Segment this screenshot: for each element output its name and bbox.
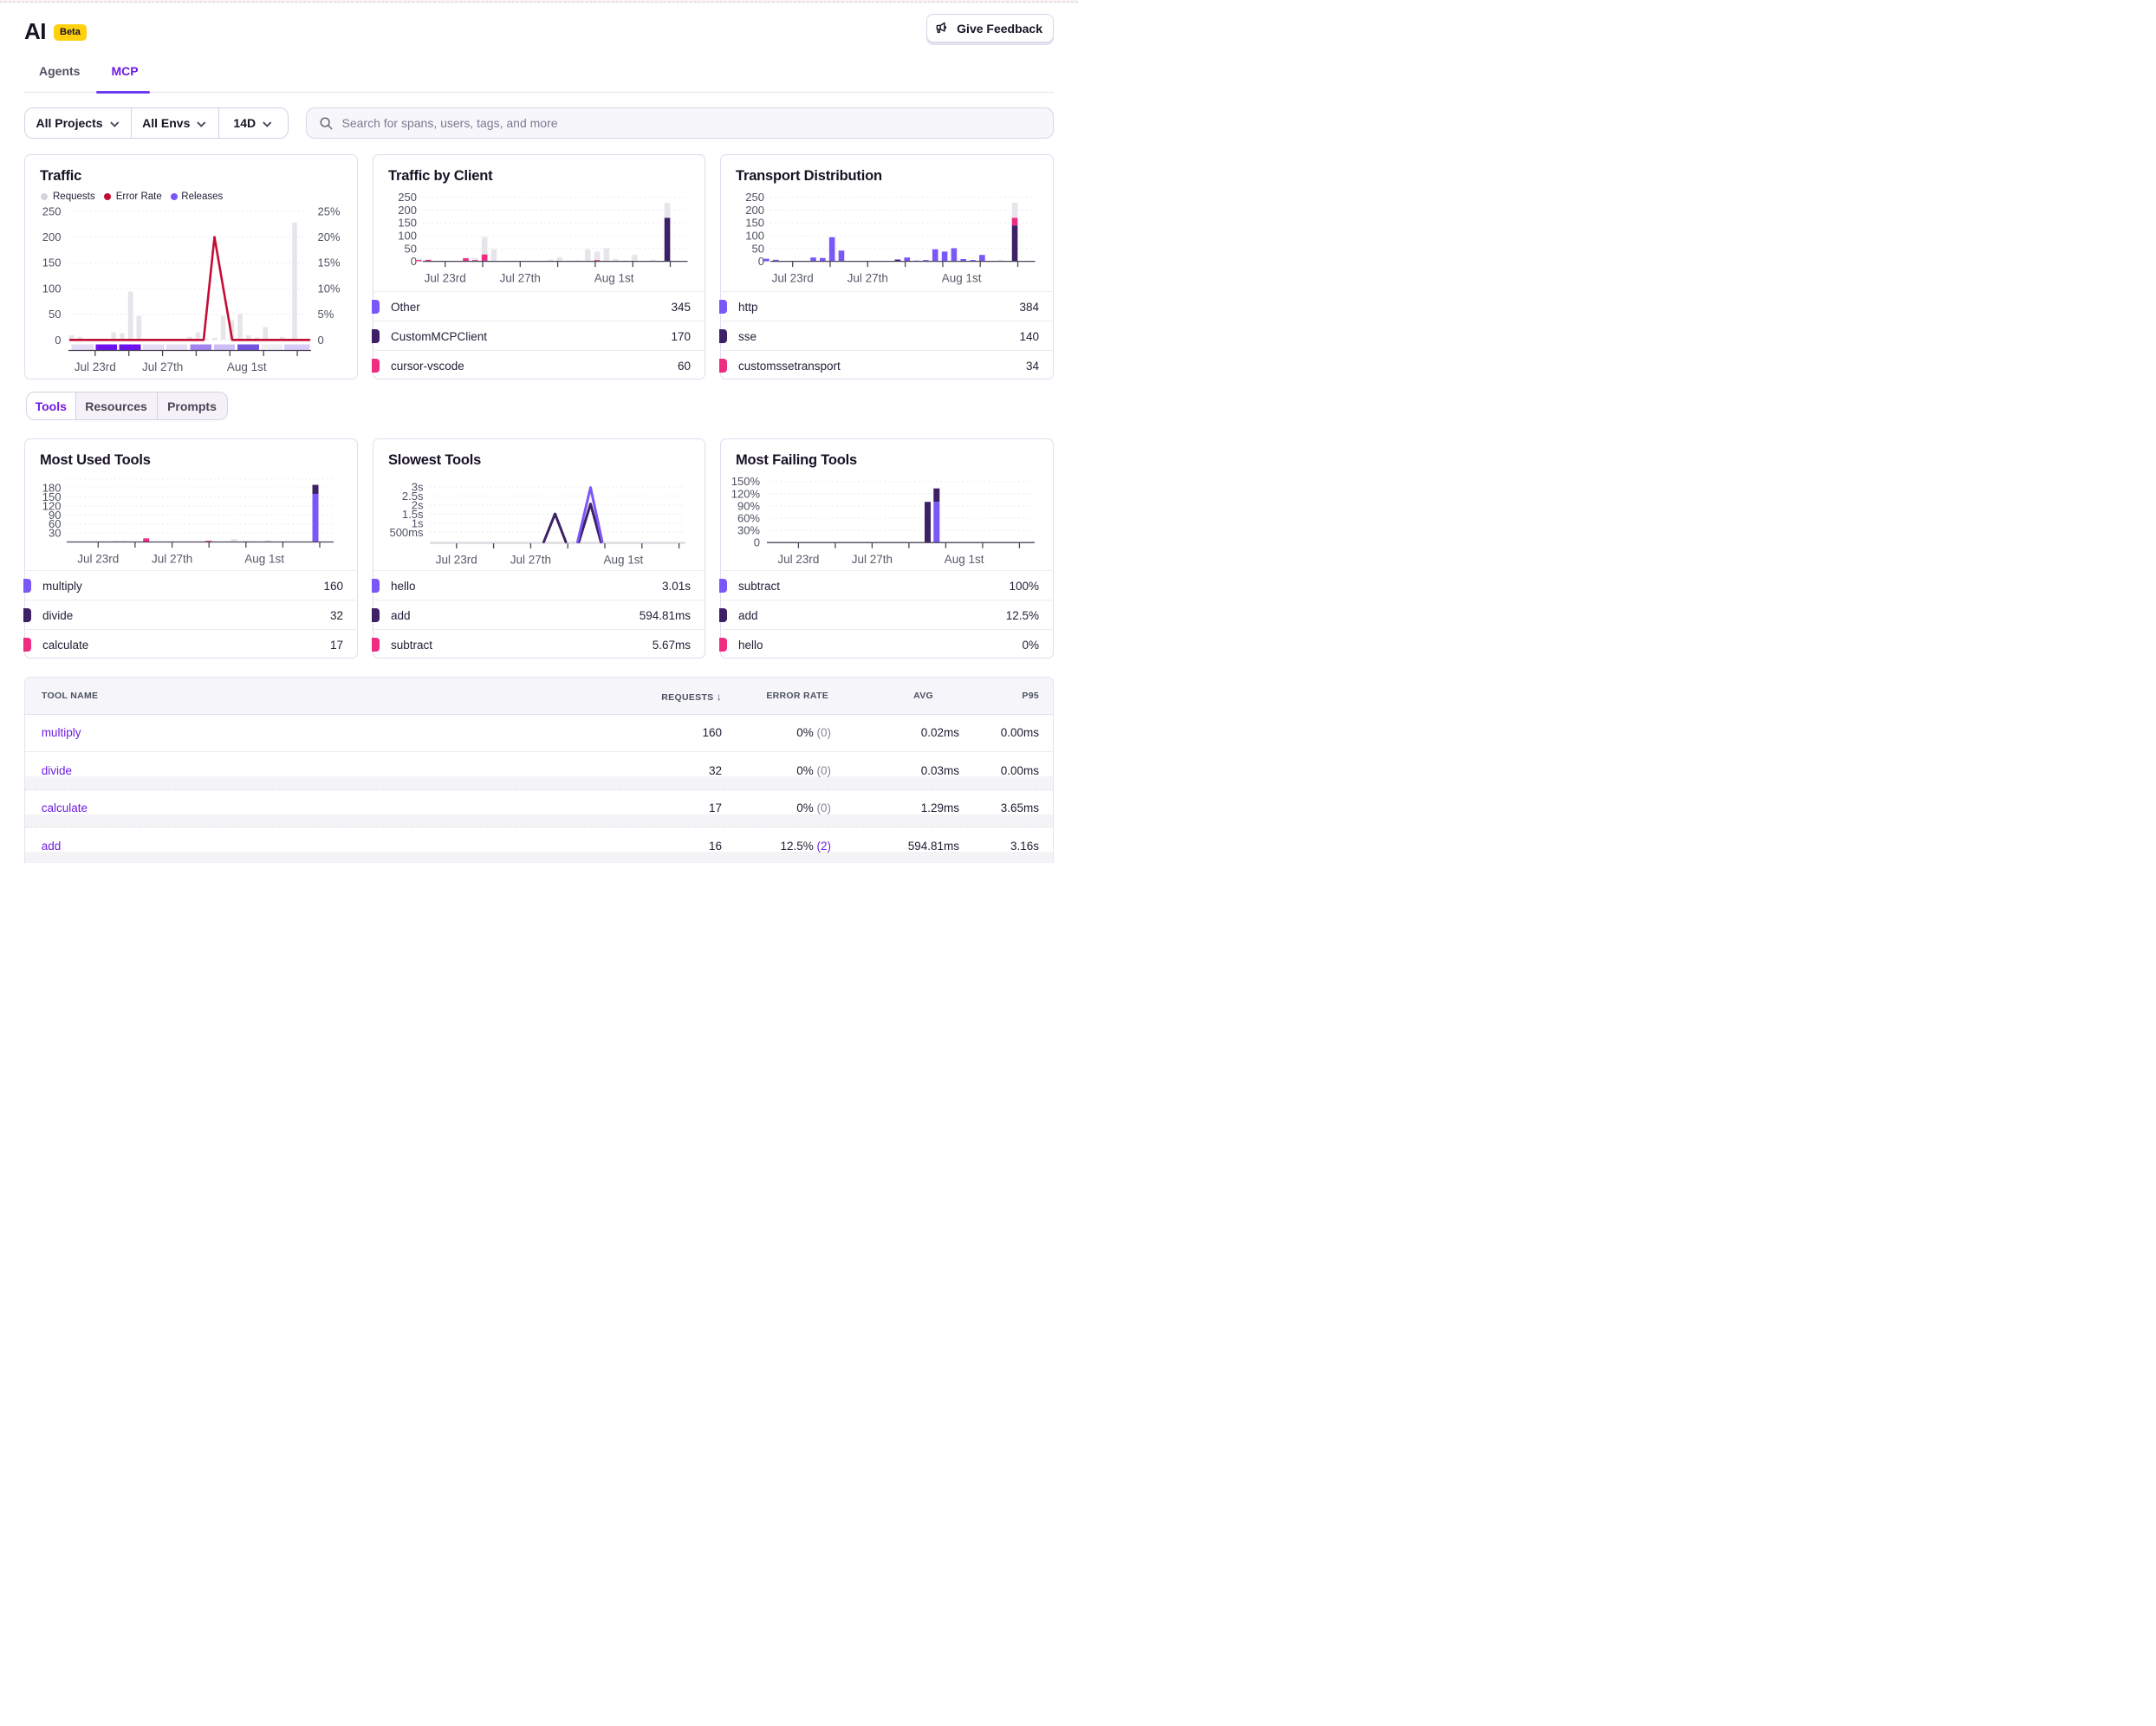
svg-text:Jul 23rd: Jul 23rd <box>772 272 814 285</box>
svg-text:120%: 120% <box>731 487 761 500</box>
svg-text:Aug 1st: Aug 1st <box>604 553 644 566</box>
svg-text:5%: 5% <box>318 308 334 321</box>
svg-text:250: 250 <box>745 191 764 204</box>
svg-text:Jul 27th: Jul 27th <box>510 553 551 566</box>
svg-text:15%: 15% <box>318 256 341 269</box>
svg-text:Jul 27th: Jul 27th <box>852 553 893 566</box>
svg-text:Jul 27th: Jul 27th <box>847 272 888 285</box>
svg-text:50: 50 <box>49 308 61 321</box>
svg-text:150: 150 <box>42 256 62 269</box>
svg-text:Jul 27th: Jul 27th <box>152 552 192 565</box>
svg-text:0: 0 <box>411 255 417 268</box>
svg-text:180: 180 <box>42 481 62 494</box>
svg-text:0: 0 <box>318 334 324 347</box>
svg-text:250: 250 <box>398 191 417 204</box>
svg-text:Jul 23rd: Jul 23rd <box>436 553 477 566</box>
svg-text:Jul 27th: Jul 27th <box>142 360 183 373</box>
svg-text:0: 0 <box>758 255 764 268</box>
svg-text:100: 100 <box>42 282 62 295</box>
svg-text:Aug 1st: Aug 1st <box>244 552 284 565</box>
svg-text:100: 100 <box>398 230 417 243</box>
svg-text:100: 100 <box>745 230 764 243</box>
svg-text:25%: 25% <box>318 204 341 217</box>
svg-text:200: 200 <box>398 204 417 217</box>
svg-text:200: 200 <box>745 204 764 217</box>
svg-text:Jul 23rd: Jul 23rd <box>77 552 119 565</box>
svg-text:Aug 1st: Aug 1st <box>945 553 984 566</box>
svg-text:Aug 1st: Aug 1st <box>227 360 267 373</box>
svg-text:200: 200 <box>42 230 62 243</box>
svg-text:50: 50 <box>752 242 764 255</box>
svg-text:Aug 1st: Aug 1st <box>942 272 982 285</box>
svg-text:10%: 10% <box>318 282 341 295</box>
svg-text:0: 0 <box>754 535 760 548</box>
svg-text:Jul 23rd: Jul 23rd <box>777 553 819 566</box>
svg-text:Jul 23rd: Jul 23rd <box>425 272 466 285</box>
svg-text:50: 50 <box>405 242 417 255</box>
svg-text:Aug 1st: Aug 1st <box>594 272 634 285</box>
svg-text:Jul 23rd: Jul 23rd <box>75 360 116 373</box>
svg-text:20%: 20% <box>318 230 341 243</box>
svg-text:150%: 150% <box>731 475 761 488</box>
svg-text:0: 0 <box>55 334 61 347</box>
svg-text:250: 250 <box>42 204 62 217</box>
svg-text:150: 150 <box>398 217 417 230</box>
svg-text:Jul 27th: Jul 27th <box>500 272 541 285</box>
svg-text:150: 150 <box>745 217 764 230</box>
svg-text:60%: 60% <box>737 511 760 524</box>
svg-text:90%: 90% <box>737 499 760 512</box>
svg-text:30%: 30% <box>737 523 760 536</box>
svg-text:3s: 3s <box>412 480 424 493</box>
